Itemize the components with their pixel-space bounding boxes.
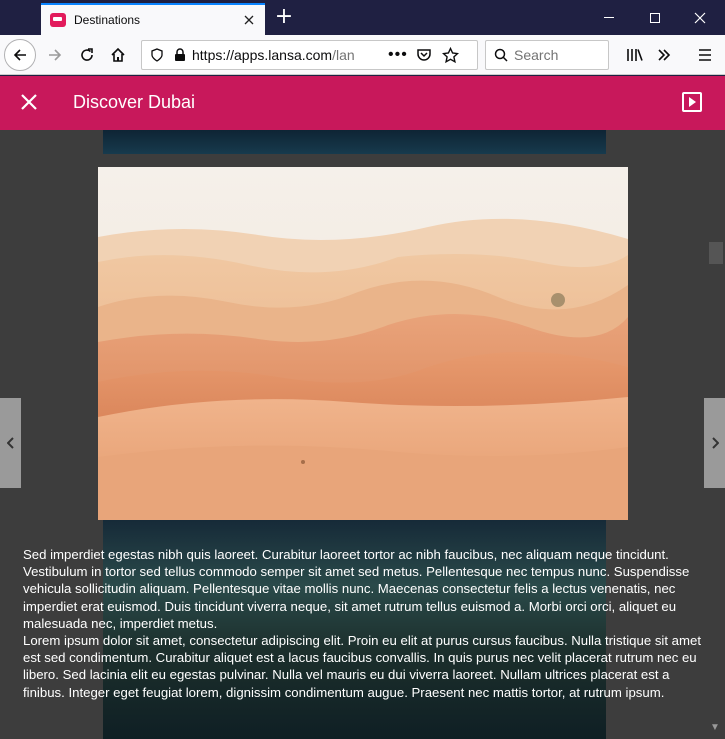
back-button[interactable] bbox=[4, 39, 36, 71]
close-window-button[interactable] bbox=[677, 0, 723, 35]
shield-icon[interactable] bbox=[150, 48, 164, 62]
arrow-left-icon bbox=[13, 49, 26, 61]
search-input[interactable] bbox=[514, 47, 604, 63]
main-content: ▼ Sed imperdiet egestas nibh quis laoree… bbox=[0, 130, 725, 739]
menu-button[interactable] bbox=[689, 39, 721, 71]
hamburger-menu-icon bbox=[699, 49, 711, 61]
background-image-top bbox=[103, 130, 606, 154]
app-header: Discover Dubai bbox=[0, 76, 725, 130]
search-box[interactable] bbox=[485, 40, 609, 70]
close-button[interactable] bbox=[18, 91, 40, 113]
tab-title: Destinations bbox=[74, 13, 141, 27]
previous-slide-button[interactable] bbox=[0, 398, 21, 488]
search-icon bbox=[494, 48, 508, 62]
bookmark-star-icon[interactable] bbox=[441, 46, 459, 64]
pocket-icon[interactable] bbox=[416, 47, 432, 63]
maximize-icon bbox=[650, 12, 660, 23]
paragraph: Sed imperdiet egestas nibh quis laoreet.… bbox=[23, 547, 690, 631]
close-icon bbox=[21, 94, 37, 110]
overflow-button[interactable] bbox=[648, 39, 680, 71]
reload-icon bbox=[81, 48, 93, 61]
scroll-down-icon[interactable]: ▼ bbox=[710, 722, 720, 733]
home-icon bbox=[111, 47, 125, 62]
library-button[interactable] bbox=[619, 39, 651, 71]
description-text: Sed imperdiet egestas nibh quis laoreet.… bbox=[23, 546, 708, 701]
app-favicon-icon bbox=[50, 13, 66, 27]
paragraph: Lorem ipsum dolor sit amet, consectetur … bbox=[23, 633, 701, 700]
scrollbar-thumb[interactable] bbox=[709, 242, 723, 264]
next-slide-button[interactable] bbox=[704, 398, 725, 488]
reload-button[interactable] bbox=[71, 39, 103, 71]
home-button[interactable] bbox=[102, 39, 134, 71]
minimize-icon bbox=[604, 17, 614, 18]
chevron-right-icon bbox=[711, 437, 719, 449]
double-chevron-right-icon bbox=[658, 49, 671, 61]
maximize-button[interactable] bbox=[632, 0, 678, 35]
browser-tab-bar: Destinations + bbox=[0, 0, 725, 35]
lock-icon[interactable] bbox=[174, 48, 186, 62]
browser-tab[interactable]: Destinations bbox=[41, 3, 265, 35]
page-title: Discover Dubai bbox=[73, 92, 196, 112]
play-icon[interactable] bbox=[682, 92, 702, 112]
close-tab-icon[interactable] bbox=[239, 10, 259, 30]
more-actions-icon[interactable]: ••• bbox=[388, 46, 408, 64]
library-icon bbox=[627, 49, 643, 61]
browser-nav-bar: https://apps.lansa.com/lan ••• bbox=[0, 35, 725, 75]
address-bar[interactable]: https://apps.lansa.com/lan ••• bbox=[141, 40, 478, 70]
chevron-left-icon bbox=[6, 437, 14, 449]
close-icon bbox=[694, 12, 706, 23]
new-tab-button[interactable]: + bbox=[272, 6, 296, 30]
desert-photo bbox=[98, 167, 628, 520]
arrow-right-icon bbox=[49, 49, 62, 61]
url-text: https://apps.lansa.com/lan bbox=[192, 47, 355, 63]
forward-button[interactable] bbox=[39, 39, 71, 71]
minimize-button[interactable] bbox=[586, 0, 632, 35]
